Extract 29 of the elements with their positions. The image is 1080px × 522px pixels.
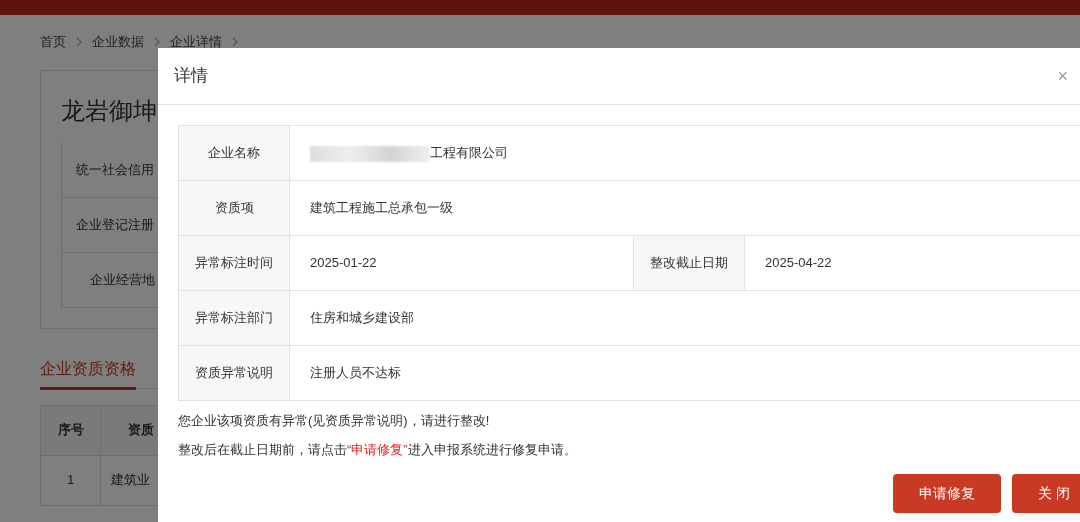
chevron-icon (232, 36, 238, 47)
company-title: 龙岩御坤 (61, 95, 158, 126)
field-value: 注册人员不达标 (310, 365, 401, 381)
close-button[interactable]: × (1057, 62, 1068, 90)
field-label: 企业名称 (178, 125, 290, 181)
dialog-title: 详情 (174, 65, 208, 88)
field-label: 资质异常说明 (178, 345, 290, 401)
field-label: 企业登记注册 (76, 215, 154, 234)
field-value: 2025-04-22 (765, 255, 832, 271)
field-label: 异常标注部门 (178, 290, 290, 346)
section-tab[interactable]: 企业资质资格 (40, 356, 136, 390)
column-header: 序号 (40, 405, 101, 455)
breadcrumb-link[interactable]: 企业数据 (92, 32, 144, 52)
field-label: 企业经营地 (90, 270, 155, 289)
notice-text: 整改后在截止日期前，请点击“申请修复”进入申报系统进行修复申请。 (178, 440, 578, 459)
breadcrumb-link[interactable]: 企业详情 (170, 32, 222, 52)
action-button[interactable]: 关 闭 (1012, 474, 1080, 513)
field-value: 住房和城乡建设部 (310, 310, 414, 326)
field-label: 资质项 (178, 180, 290, 236)
field-label: 异常标注时间 (178, 235, 290, 291)
chevron-icon (76, 36, 82, 47)
field-value: 2025-01-22 (310, 255, 377, 271)
action-button[interactable]: 申请修复 (893, 474, 1002, 513)
field-label: 整改截止日期 (633, 235, 745, 291)
field-value: 建筑工程施工总承包一级 (310, 200, 453, 216)
breadcrumb-link[interactable]: 首页 (40, 32, 66, 52)
field-value: 工程有限公司 (430, 145, 508, 161)
chevron-icon (154, 36, 160, 47)
table-cell: 1 (40, 455, 101, 505)
